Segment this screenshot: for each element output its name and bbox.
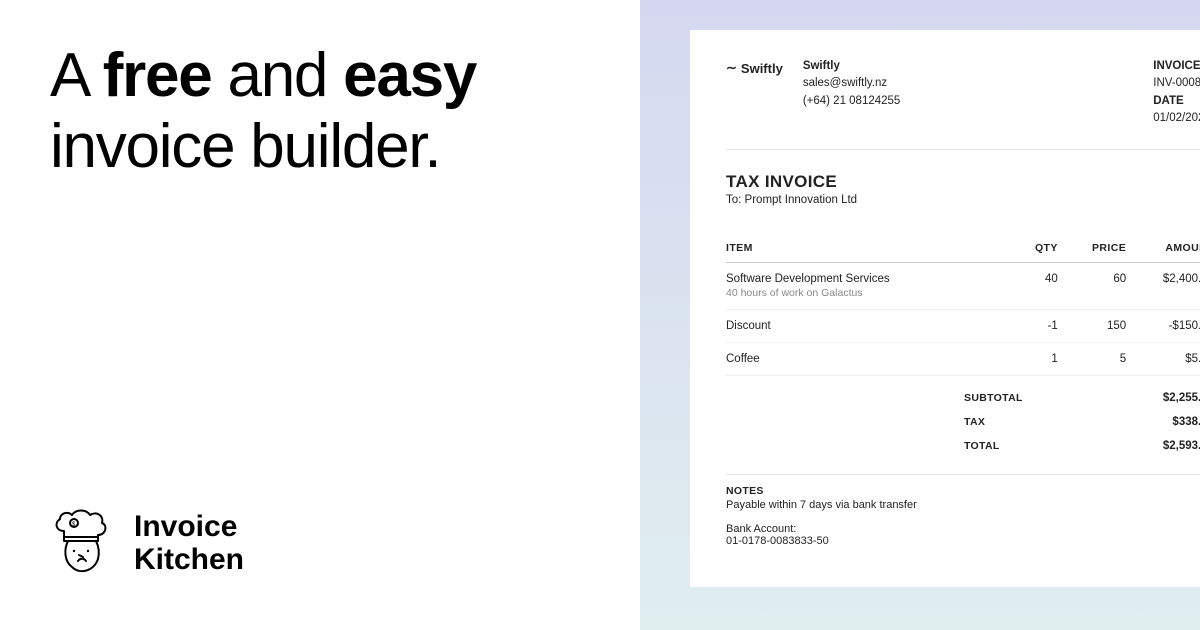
total-label: TOTAL (964, 440, 1084, 452)
notes-text: Payable within 7 days via bank transfer (726, 499, 1200, 511)
cell-qty: -1 (999, 310, 1058, 343)
headline-bold-easy: easy (343, 41, 476, 110)
table-row: Software Development Services40 hours of… (726, 263, 1200, 310)
invoice-from: ∼ Swiftly Swiftly sales@swiftly.nz (+64)… (726, 58, 900, 127)
chef-logo-icon: $ (50, 505, 116, 580)
tilde-icon: ∼ (726, 60, 737, 76)
company-logo-text: Swiftly (741, 61, 783, 76)
invoice-title-block: TAX INVOICE To: Prompt Innovation Ltd (726, 172, 1200, 206)
company-logo: ∼ Swiftly (726, 60, 783, 76)
cell-item: Discount (726, 310, 999, 343)
invoice-to: To: Prompt Innovation Ltd (726, 194, 1200, 206)
table-row: Discount-1150-$150.00 (726, 310, 1200, 343)
company-name: Swiftly (803, 58, 901, 75)
to-name: Prompt Innovation Ltd (745, 194, 858, 206)
invoice-number-label: INVOICE # (1153, 58, 1200, 75)
tax-label: TAX (964, 416, 1084, 428)
invoice-date: 01/02/2024 (1153, 110, 1200, 127)
cell-amount: $2,400.00 (1126, 263, 1200, 310)
invoice-date-label: DATE (1153, 93, 1200, 110)
brand-name-line: Invoice (134, 510, 244, 543)
headline: A free and easy invoice builder. (50, 40, 590, 183)
cell-price: 5 (1058, 343, 1126, 376)
tax-value: $338.25 (1124, 416, 1200, 428)
cell-price: 150 (1058, 310, 1126, 343)
totals-block: SUBTOTAL $2,255.00 TAX $338.25 TOTAL $2,… (726, 386, 1200, 458)
subtotal-value: $2,255.00 (1124, 392, 1200, 404)
col-header-price: PRICE (1058, 242, 1126, 263)
cell-qty: 40 (999, 263, 1058, 310)
item-sub: 40 hours of work on Galactus (726, 287, 999, 299)
total-value: $2,593.25 (1124, 440, 1200, 452)
bank-number: 01-0178-0083833-50 (726, 535, 829, 547)
invoice-header: ∼ Swiftly Swiftly sales@swiftly.nz (+64)… (726, 58, 1200, 150)
total-row: TOTAL $2,593.25 (726, 434, 1200, 458)
brand-name-line: Kitchen (134, 543, 244, 576)
company-details: Swiftly sales@swiftly.nz (+64) 21 081242… (803, 58, 901, 110)
bank-info: Bank Account: 01-0178-0083833-50 (726, 523, 1200, 547)
cell-amount: -$150.00 (1126, 310, 1200, 343)
invoice-title: TAX INVOICE (726, 172, 1200, 192)
tax-row: TAX $338.25 (726, 410, 1200, 434)
brand-row: $ Invoice Kitchen (50, 505, 590, 580)
line-items-table: ITEM QTY PRICE AMOUNT Software Developme… (726, 242, 1200, 376)
notes-label: NOTES (726, 485, 1200, 497)
company-phone: (+64) 21 08124255 (803, 93, 901, 110)
col-header-item: ITEM (726, 242, 999, 263)
headline-bold-free: free (103, 41, 212, 110)
invoice-meta: INVOICE # INV-000882 DATE 01/02/2024 (1153, 58, 1200, 127)
col-header-qty: QTY (999, 242, 1058, 263)
invoice-preview: ∼ Swiftly Swiftly sales@swiftly.nz (+64)… (690, 30, 1200, 587)
to-prefix: To: (726, 194, 745, 206)
marketing-panel: A free and easy invoice builder. $ Invoi… (0, 0, 640, 630)
cell-item: Software Development Services40 hours of… (726, 263, 999, 310)
preview-panel: ∼ Swiftly Swiftly sales@swiftly.nz (+64)… (640, 0, 1200, 630)
subtotal-row: SUBTOTAL $2,255.00 (726, 386, 1200, 410)
company-email: sales@swiftly.nz (803, 75, 901, 92)
col-header-amount: AMOUNT (1126, 242, 1200, 263)
bank-label: Bank Account: (726, 523, 796, 535)
headline-text: and (211, 41, 343, 110)
headline-text: invoice builder. (50, 112, 440, 181)
notes-block: NOTES Payable within 7 days via bank tra… (726, 474, 1200, 547)
cell-price: 60 (1058, 263, 1126, 310)
subtotal-label: SUBTOTAL (964, 392, 1084, 404)
headline-text: A (50, 41, 103, 110)
invoice-number: INV-000882 (1153, 75, 1200, 92)
brand-name: Invoice Kitchen (134, 510, 244, 576)
cell-amount: $5.00 (1126, 343, 1200, 376)
cell-item: Coffee (726, 343, 999, 376)
table-row: Coffee15$5.00 (726, 343, 1200, 376)
cell-qty: 1 (999, 343, 1058, 376)
